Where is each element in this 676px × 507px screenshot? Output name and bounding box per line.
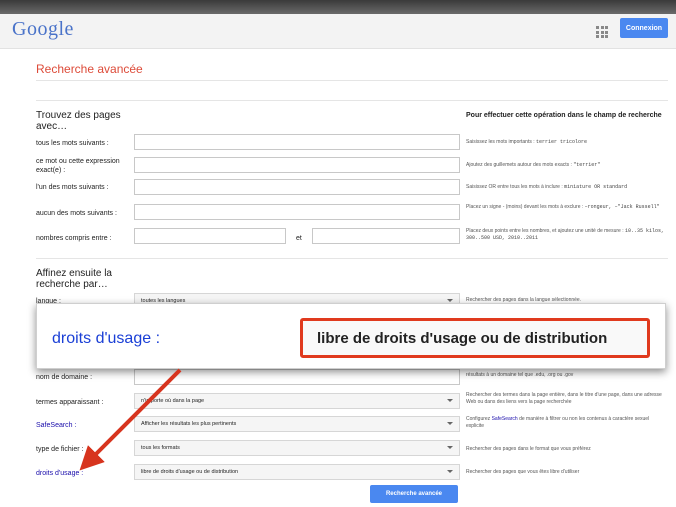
zoom-usage-rights-label: droits d'usage : <box>52 330 161 347</box>
domain-input[interactable] <box>134 369 460 385</box>
page-title: Recherche avancée <box>36 62 143 76</box>
all-words-input[interactable] <box>134 134 460 150</box>
file-type-hint: Rechercher des pages dans le format que … <box>466 446 591 452</box>
find-section-heading: Trouvez des pages avec… <box>36 110 121 132</box>
between-label: et <box>296 235 302 242</box>
safesearch-link[interactable]: SafeSearch : <box>36 421 131 430</box>
zoom-usage-rights-select[interactable]: libre de droits d'usage ou de distributi… <box>300 318 650 358</box>
none-words-hint: Placez un signe - (moins) devant les mot… <box>466 204 660 210</box>
none-words-label: aucun des mots suivants : <box>36 210 117 217</box>
google-logo[interactable]: Google <box>12 18 74 41</box>
domain-hint: résultats à un domaine tel que .edu, .or… <box>466 372 574 378</box>
chevron-down-icon <box>447 422 453 425</box>
terms-appearing-select[interactable]: n'importe où dans la page <box>134 393 460 409</box>
divider <box>36 100 668 101</box>
number-range-label: nombres compris entre : <box>36 235 112 242</box>
usage-rights-hint: Rechercher des pages que vous êtes libre… <box>466 469 580 475</box>
safesearch-select[interactable]: Afficher les résultats les plus pertinen… <box>134 416 460 432</box>
exact-phrase-hint: Ajoutez des guillemets autour des mots e… <box>466 162 601 168</box>
chevron-down-icon <box>447 399 453 402</box>
safesearch-hint: Configurez SafeSearch de manière à filtr… <box>466 416 650 429</box>
divider <box>36 258 668 259</box>
usage-rights-select[interactable]: libre de droits d'usage ou de distributi… <box>134 464 460 480</box>
none-words-input[interactable] <box>134 204 460 220</box>
chevron-down-icon <box>447 299 453 302</box>
advanced-search-button[interactable]: Recherche avancée <box>370 485 458 503</box>
apps-grid-icon[interactable] <box>596 26 608 38</box>
chevron-down-icon <box>447 470 453 473</box>
exact-phrase-label: ce mot ou cette expression exact(e) : <box>36 158 120 174</box>
search-box-heading: Pour effectuer cette opération dans le c… <box>466 112 662 119</box>
any-words-hint: Saisissez OR entre tous les mots à inclu… <box>466 184 628 190</box>
chevron-down-icon <box>447 446 453 449</box>
browser-top-bar <box>0 0 676 14</box>
exact-phrase-input[interactable] <box>134 157 460 173</box>
all-words-label: tous les mots suivants : <box>36 140 109 147</box>
domain-label: nom de domaine : <box>36 374 93 381</box>
number-range-hint: Placez deux points entre les nombres, et… <box>466 228 664 241</box>
number-range-to-input[interactable] <box>312 228 460 244</box>
terms-appearing-label: termes apparaissant : <box>36 399 104 406</box>
divider <box>36 80 668 81</box>
any-words-input[interactable] <box>134 179 460 195</box>
safesearch-hint-link[interactable]: SafeSearch <box>492 416 518 422</box>
refine-section-heading: Affinez ensuite la recherche par… <box>36 268 112 290</box>
all-words-hint: Saisissez les mots importants : terrier … <box>466 139 588 145</box>
connexion-button[interactable]: Connexion <box>620 18 668 38</box>
file-type-select[interactable]: tous les formats <box>134 440 460 456</box>
file-type-label: type de fichier : <box>36 446 84 453</box>
google-header <box>0 14 676 49</box>
terms-appearing-hint: Rechercher des termes dans la page entiè… <box>466 392 662 405</box>
any-words-label: l'un des mots suivants : <box>36 184 109 191</box>
number-range-from-input[interactable] <box>134 228 286 244</box>
usage-rights-link[interactable]: droits d'usage : <box>36 469 131 478</box>
